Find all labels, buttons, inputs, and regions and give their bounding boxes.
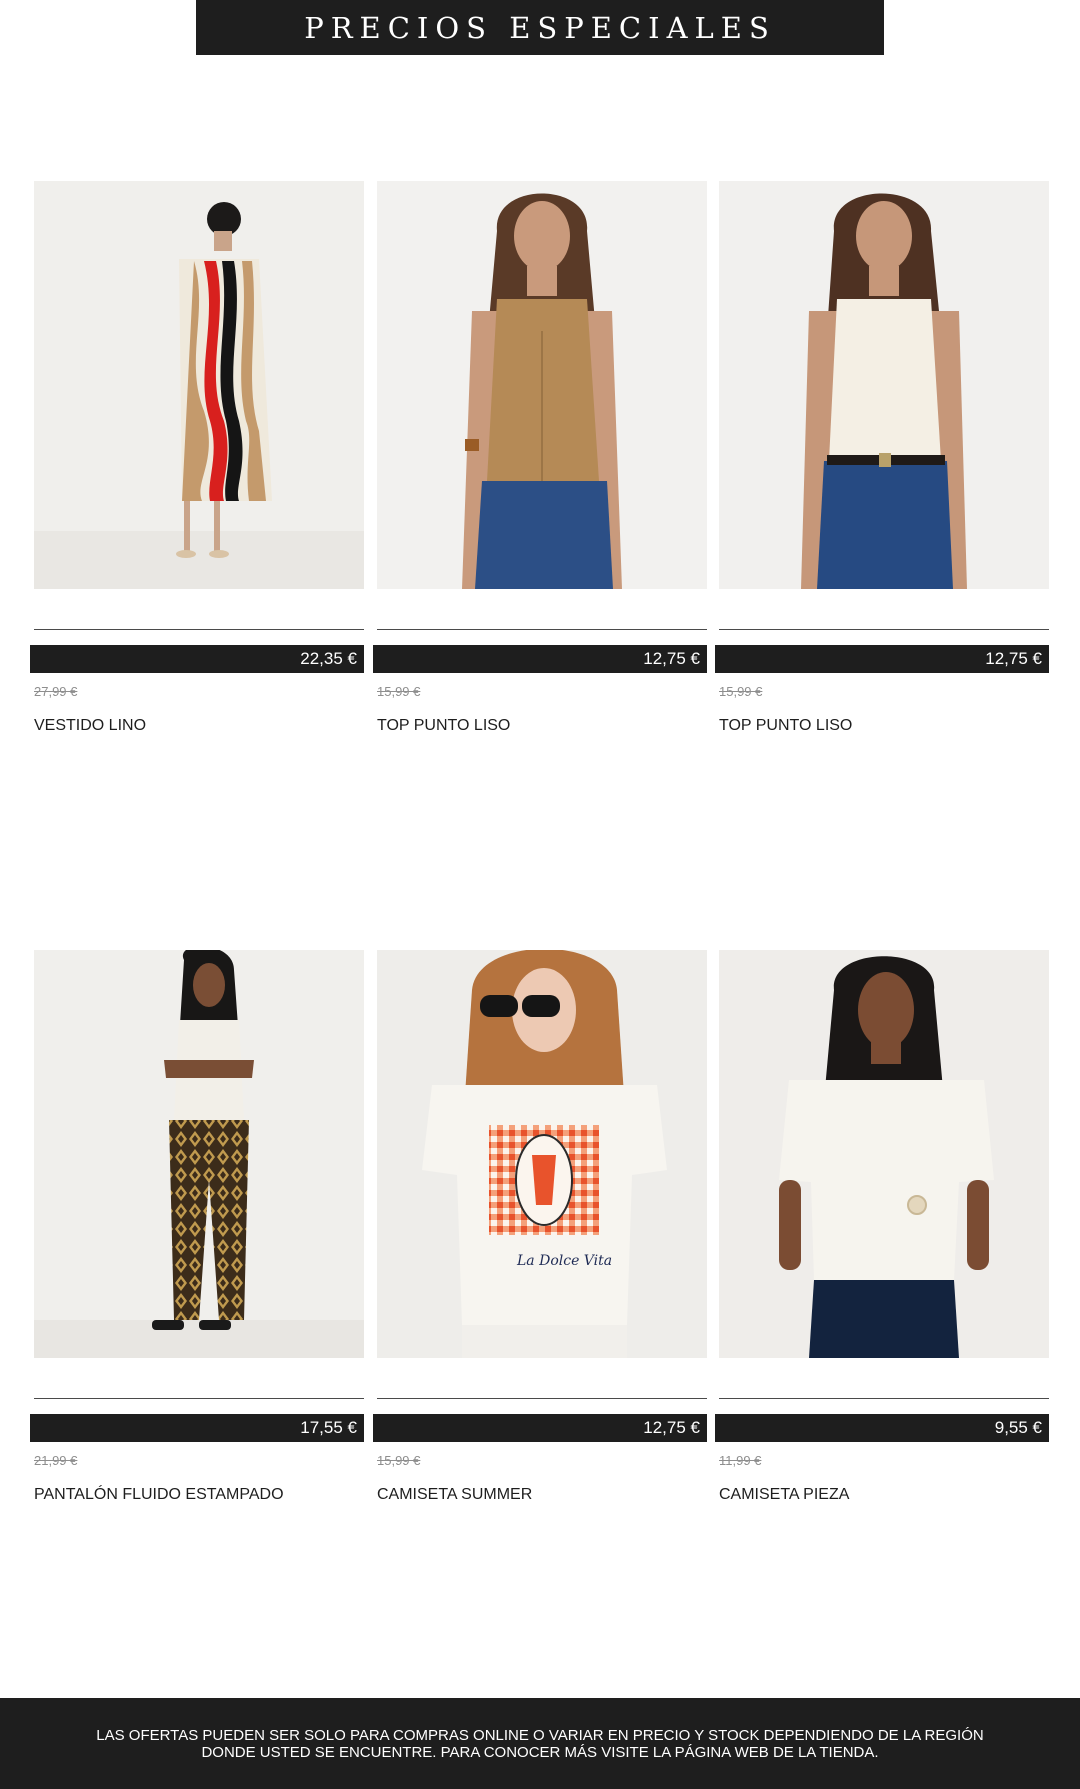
sale-price: 22,35 €	[30, 645, 364, 673]
sale-price: 12,75 €	[373, 645, 707, 673]
product-image[interactable]	[34, 181, 364, 589]
product-image[interactable]	[34, 950, 364, 1358]
product-name[interactable]: VESTIDO LINO	[34, 717, 146, 735]
sale-price: 17,55 €	[30, 1414, 364, 1442]
original-price: 15,99 €	[377, 1453, 421, 1468]
sale-price: 12,75 €	[715, 645, 1049, 673]
divider	[377, 1398, 707, 1399]
original-price: 15,99 €	[719, 684, 763, 699]
original-price: 27,99 €	[34, 684, 78, 699]
promo-banner: PRECIOS ESPECIALES	[196, 0, 884, 55]
disclaimer-text: LAS OFERTAS PUEDEN SER SOLO PARA COMPRAS…	[96, 1726, 984, 1761]
divider	[34, 1398, 364, 1399]
product-image[interactable]	[719, 950, 1049, 1358]
sale-price: 12,75 €	[373, 1414, 707, 1442]
product-image[interactable]	[377, 181, 707, 589]
product-name[interactable]: TOP PUNTO LISO	[719, 717, 852, 735]
divider	[719, 629, 1049, 630]
original-price: 11,99 €	[719, 1453, 762, 1468]
divider	[377, 629, 707, 630]
divider	[719, 1398, 1049, 1399]
product-name[interactable]: TOP PUNTO LISO	[377, 717, 510, 735]
svg-text:La Dolce Vita: La Dolce Vita	[516, 1253, 612, 1269]
sale-price: 9,55 €	[715, 1414, 1049, 1442]
product-image[interactable]	[719, 181, 1049, 589]
original-price: 15,99 €	[377, 684, 421, 699]
product-name[interactable]: CAMISETA PIEZA	[719, 1486, 849, 1504]
banner-title: PRECIOS ESPECIALES	[304, 10, 776, 45]
disclaimer-footer: LAS OFERTAS PUEDEN SER SOLO PARA COMPRAS…	[0, 1698, 1080, 1789]
divider	[34, 629, 364, 630]
product-image[interactable]: La Dolce Vita	[377, 950, 707, 1358]
original-price: 21,99 €	[34, 1453, 78, 1468]
product-name[interactable]: PANTALÓN FLUIDO ESTAMPADO	[34, 1486, 284, 1504]
product-name[interactable]: CAMISETA SUMMER	[377, 1486, 532, 1504]
